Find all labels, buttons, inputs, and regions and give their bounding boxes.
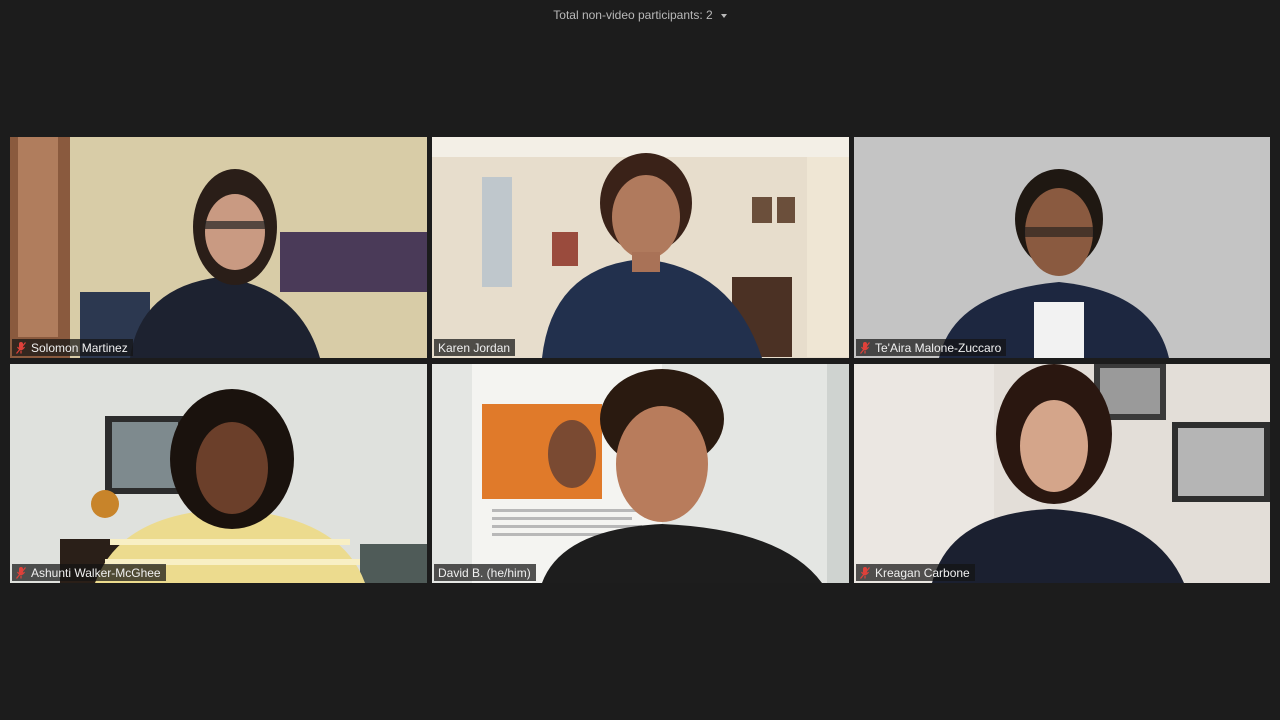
video-tile-solomon-martinez[interactable]: Solomon Martinez	[10, 137, 427, 358]
video-feed	[854, 364, 1270, 583]
participant-name-tag: Solomon Martinez	[12, 339, 133, 356]
video-feed	[10, 137, 427, 358]
participant-name: Kreagan Carbone	[875, 565, 970, 580]
participant-name: Te'Aira Malone-Zuccaro	[875, 340, 1002, 355]
video-tile-david-b[interactable]: David B. (he/him)	[432, 364, 849, 583]
video-tile-kreagan-carbone[interactable]: Kreagan Carbone	[854, 364, 1270, 583]
video-feed	[432, 364, 849, 583]
participant-name-tag: Karen Jordan	[434, 339, 516, 356]
participant-name: Ashunti Walker-McGhee	[31, 565, 161, 580]
non-video-participants-toggle[interactable]: Total non-video participants: 2	[553, 8, 727, 22]
microphone-muted-icon	[16, 566, 26, 579]
non-video-participants-label: Total non-video participants: 2	[553, 8, 713, 22]
video-tile-teaira-malone-zuccaro[interactable]: Te'Aira Malone-Zuccaro	[854, 137, 1270, 358]
video-feed	[432, 137, 849, 358]
participant-name: David B. (he/him)	[438, 565, 531, 580]
video-tile-ashunti-walker-mcghee[interactable]: Ashunti Walker-McGhee	[10, 364, 427, 583]
participant-name-tag: David B. (he/him)	[434, 564, 536, 581]
meeting-window: Total non-video participants: 2 Solomon …	[0, 0, 1280, 720]
chevron-down-icon[interactable]	[720, 13, 727, 18]
video-tile-karen-jordan[interactable]: Karen Jordan	[432, 137, 849, 358]
microphone-muted-icon	[860, 341, 870, 354]
participant-name: Karen Jordan	[438, 340, 511, 355]
top-bar: Total non-video participants: 2	[0, 6, 1280, 24]
gallery-grid: Solomon Martinez Karen Jordan Te'Aira Ma…	[10, 137, 1270, 583]
video-feed	[854, 137, 1270, 358]
microphone-muted-icon	[860, 566, 870, 579]
participant-name: Solomon Martinez	[31, 340, 128, 355]
participant-name-tag: Ashunti Walker-McGhee	[12, 564, 166, 581]
participant-name-tag: Te'Aira Malone-Zuccaro	[856, 339, 1007, 356]
participant-name-tag: Kreagan Carbone	[856, 564, 975, 581]
video-feed	[10, 364, 427, 583]
microphone-muted-icon	[16, 341, 26, 354]
